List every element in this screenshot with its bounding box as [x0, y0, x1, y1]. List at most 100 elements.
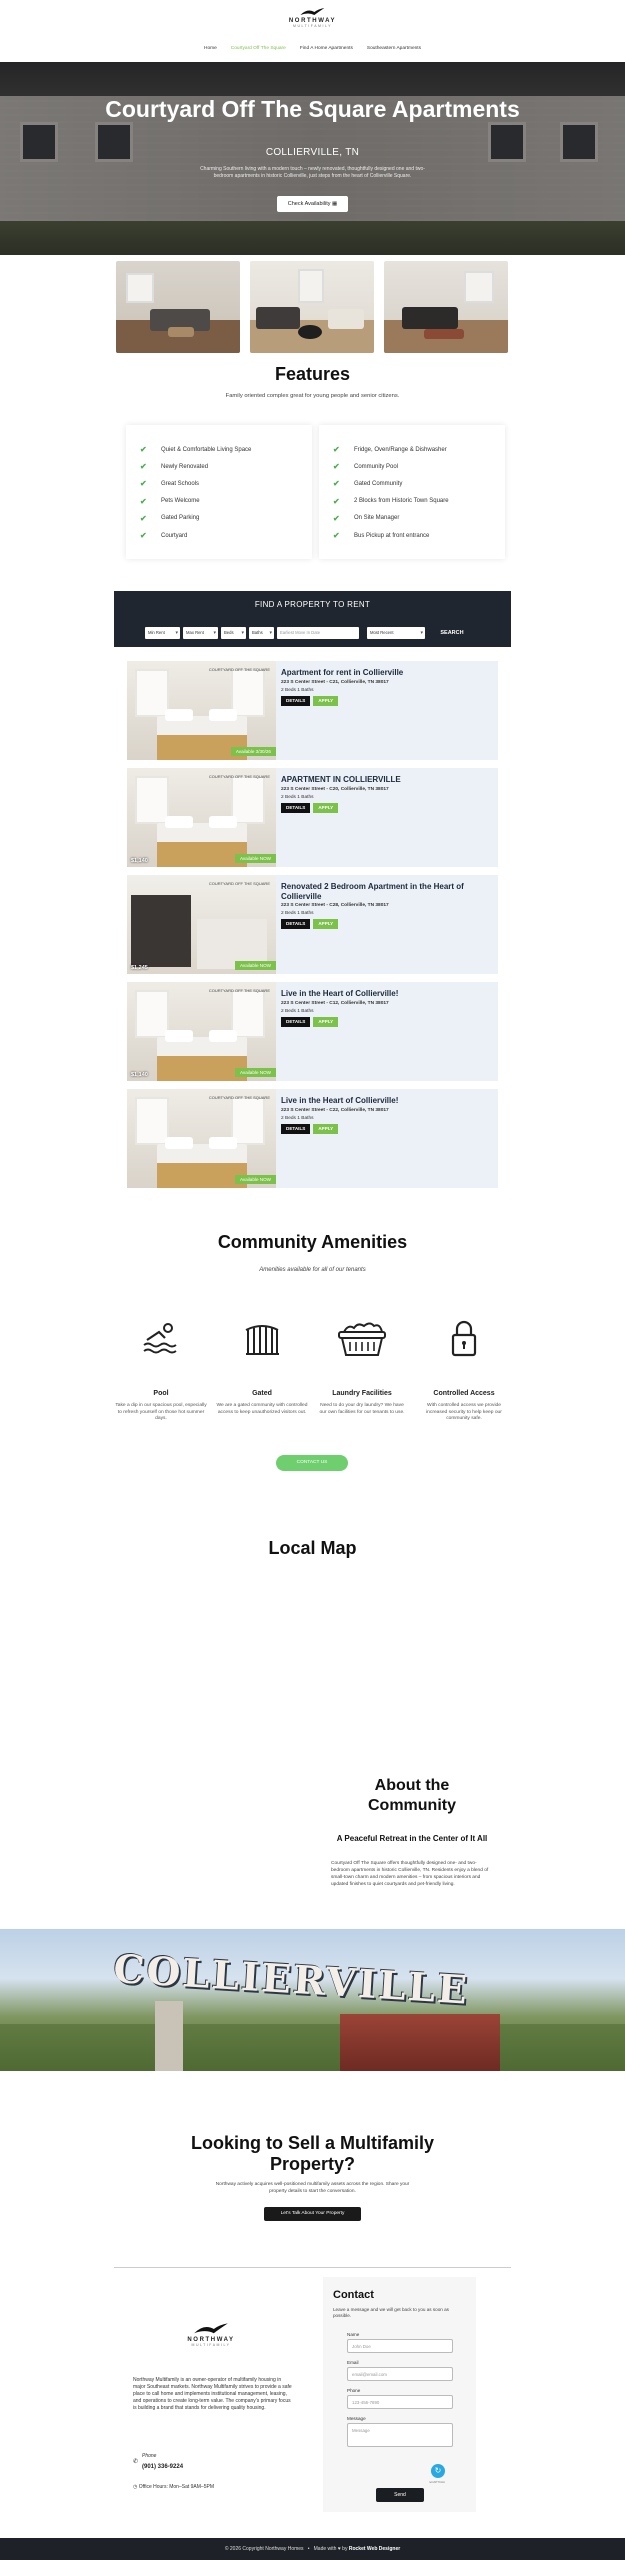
- phone-field[interactable]: 123-456-7890: [347, 2395, 453, 2409]
- listing-brand: COURTYARD OFF THE SQUARE: [208, 881, 270, 886]
- amenity-laundry: Laundry Facilities Need to do your dry l…: [312, 1318, 412, 1416]
- listing-photo[interactable]: COURTYARD OFF THE SQUARE $1,245 Availabl…: [127, 875, 276, 974]
- listing-beds-baths: 2 Beds 1 Baths: [281, 688, 314, 693]
- check-icon: ✔: [333, 445, 340, 455]
- listing-brand: COURTYARD OFF THE SQUARE: [208, 667, 270, 672]
- contact-subtitle: Leave a message and we will get back to …: [333, 2307, 449, 2318]
- contact-us-button[interactable]: CONTACT US: [276, 1455, 348, 1471]
- nav-home[interactable]: Home: [204, 46, 217, 51]
- search-title: FIND A PROPERTY TO RENT: [254, 600, 371, 609]
- amenity-desc: Take a dip in our spacious pool, especia…: [115, 1403, 207, 1422]
- listing-title[interactable]: Live in the Heart of Collierville!: [281, 1096, 491, 1106]
- listing-title[interactable]: Apartment for rent in Collierville: [281, 668, 491, 678]
- logo-line2: MULTIFAMILY: [293, 24, 332, 28]
- feature-item: ✔ Gated Parking: [140, 513, 200, 523]
- listing-beds-baths: 2 Beds 1 Baths: [281, 1009, 314, 1014]
- bird-logo-icon: [194, 2323, 228, 2334]
- sort-select[interactable]: Most Recent: [367, 627, 425, 639]
- listing-photo[interactable]: COURTYARD OFF THE SQUARE $1,140 Availabl…: [127, 768, 276, 867]
- map-embed[interactable]: [114, 1570, 511, 1750]
- listing-beds-baths: 2 Beds 1 Baths: [281, 795, 314, 800]
- details-button[interactable]: DETAILS: [281, 1017, 311, 1027]
- divider: [114, 2267, 511, 2268]
- amenity-pool: Pool Take a dip in our spacious pool, es…: [111, 1318, 211, 1423]
- about-subtitle: A Peaceful Retreat in the Center of It A…: [336, 1834, 488, 1843]
- feature-item: ✔ Community Pool: [333, 462, 399, 472]
- nav-southeastern[interactable]: Southeastern Apartments: [367, 46, 421, 51]
- feature-item: ✔ Newly Renovated: [140, 462, 209, 472]
- feature-item: ✔ Quiet & Comfortable Living Space: [140, 445, 252, 455]
- apply-button[interactable]: APPLY: [313, 919, 339, 929]
- details-button[interactable]: DETAILS: [281, 1124, 311, 1134]
- bird-logo-icon: [300, 8, 325, 15]
- details-button[interactable]: DETAILS: [281, 696, 311, 706]
- hero-overlay: [0, 62, 625, 255]
- listing-card[interactable]: COURTYARD OFF THE SQUARE $1,140 Availabl…: [127, 982, 498, 1081]
- details-button[interactable]: DETAILS: [281, 803, 311, 813]
- listing-address: 223 S Center Street - C12, Collierville,…: [281, 1001, 389, 1006]
- hero-title: Courtyard Off The Square Apartments: [105, 96, 520, 122]
- listing-title[interactable]: APARTMENT IN COLLIERVILLE: [281, 775, 491, 785]
- search-button[interactable]: SEARCH: [433, 627, 471, 639]
- feature-item: ✔ Gated Community: [333, 479, 403, 489]
- phone-number[interactable]: (901) 336-9224: [142, 2464, 183, 2470]
- padlock-icon: [451, 1320, 477, 1357]
- copyright-text: © 2026 Copyright Northway Homes: [224, 2546, 304, 2552]
- listing-card[interactable]: COURTYARD OFF THE SQUARE Available 3/30/…: [127, 661, 498, 760]
- listing-photo[interactable]: COURTYARD OFF THE SQUARE Available 3/30/…: [127, 661, 276, 760]
- beds-select[interactable]: Beds: [221, 627, 246, 639]
- name-field[interactable]: John Doe: [347, 2339, 453, 2353]
- listing-title[interactable]: Renovated 2 Bedroom Apartment in the Hea…: [281, 882, 491, 902]
- main-nav: Home Courtyard Off The Square Find A Hom…: [0, 46, 625, 51]
- availability-badge: Available 3/30/26: [230, 747, 276, 756]
- apply-button[interactable]: APPLY: [313, 696, 339, 706]
- min-rent-select[interactable]: Min Rent: [145, 627, 180, 639]
- listing-address: 223 S Center Street - C20, Collierville,…: [281, 787, 389, 792]
- availability-badge: Available NOW: [234, 1068, 276, 1077]
- apply-button[interactable]: APPLY: [313, 1017, 339, 1027]
- check-availability-button[interactable]: Check Availability ▦: [277, 196, 348, 212]
- pool-icon: [143, 1323, 177, 1354]
- trees: [0, 2024, 625, 2071]
- recaptcha-label: reCAPTCHA: [429, 2480, 445, 2484]
- move-in-date-input[interactable]: Earliest Move In Date: [277, 627, 359, 639]
- listing-price: $1,140: [131, 1072, 148, 1078]
- listing-photo[interactable]: COURTYARD OFF THE SQUARE Available NOW: [127, 1089, 276, 1188]
- details-button[interactable]: DETAILS: [281, 919, 311, 929]
- gallery-photo-living-room[interactable]: [116, 261, 240, 353]
- amenity-desc: We are a gated community with controlled…: [216, 1403, 308, 1415]
- nav-find-home[interactable]: Find A Home Apartments: [300, 46, 353, 51]
- gallery-photo-lounge[interactable]: [250, 261, 374, 353]
- send-button[interactable]: Send: [376, 2488, 424, 2502]
- town-buildings: [340, 2014, 500, 2071]
- listing-title[interactable]: Live in the Heart of Collierville!: [281, 989, 491, 999]
- agency-link[interactable]: Rocket Web Designer: [349, 2546, 400, 2552]
- phone-field-label: Phone: [347, 2388, 361, 2393]
- footer-logo[interactable]: NORTHWAY MULTIFAMILY: [131, 2322, 291, 2347]
- footer-description: Northway Multifamily is an owner-operato…: [133, 2377, 292, 2412]
- listing-card[interactable]: COURTYARD OFF THE SQUARE $1,140 Availabl…: [127, 768, 498, 867]
- check-icon: ✔: [140, 462, 147, 472]
- gallery-photo-family-room[interactable]: [384, 261, 508, 353]
- listing-card[interactable]: COURTYARD OFF THE SQUARE $1,245 Availabl…: [127, 875, 498, 974]
- message-label: Message: [347, 2416, 366, 2421]
- footer-logo-line2: MULTIFAMILY: [191, 2343, 231, 2347]
- talk-property-button[interactable]: Let's Talk About Your Property: [264, 2207, 361, 2221]
- listing-brand: COURTYARD OFF THE SQUARE: [208, 988, 270, 993]
- message-field[interactable]: Message: [347, 2423, 453, 2447]
- check-icon: ✔: [333, 531, 340, 541]
- max-rent-select[interactable]: Max Rent: [183, 627, 218, 639]
- listing-card[interactable]: COURTYARD OFF THE SQUARE Available NOW L…: [127, 1089, 498, 1188]
- nav-courtyard[interactable]: Courtyard Off The Square: [231, 46, 286, 51]
- listing-beds-baths: 2 Beds 1 Baths: [281, 911, 314, 916]
- email-field[interactable]: email@email.com: [347, 2367, 453, 2381]
- amenity-name: Laundry Facilities: [332, 1390, 392, 1397]
- apply-button[interactable]: APPLY: [313, 803, 339, 813]
- recaptcha-icon[interactable]: ↻: [431, 2464, 445, 2478]
- baths-select[interactable]: Baths: [249, 627, 274, 639]
- logo[interactable]: NORTHWAY MULTIFAMILY: [289, 7, 336, 28]
- listing-photo[interactable]: COURTYARD OFF THE SQUARE $1,140 Availabl…: [127, 982, 276, 1081]
- feature-item: ✔ 2 Blocks from Historic Town Square: [333, 496, 449, 506]
- check-icon: ✔: [140, 496, 147, 506]
- apply-button[interactable]: APPLY: [313, 1124, 339, 1134]
